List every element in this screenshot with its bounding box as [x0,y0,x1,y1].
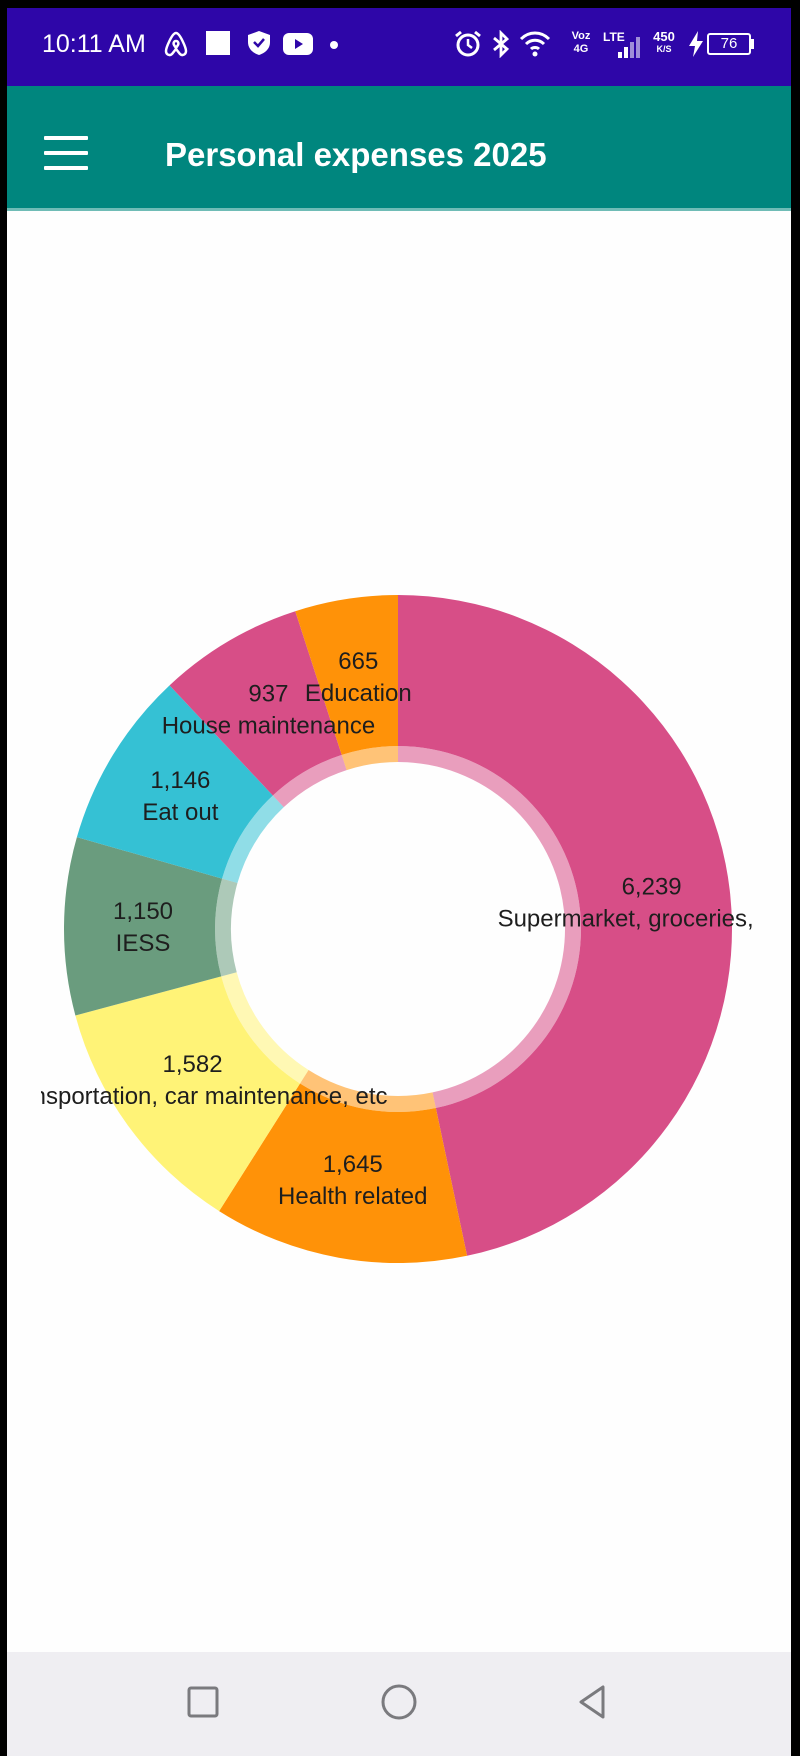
phone-screen: 10:11 AM Voz 4G LTE 450 K/S 76 Personal … [7,8,791,1756]
triangle-back-icon[interactable] [573,1682,613,1722]
slice-category-label: Education [305,680,412,707]
circle-home-icon[interactable] [379,1682,419,1722]
slice-value-label: 1,645 [323,1151,383,1178]
slice-category-label: Health related [278,1183,427,1210]
slice-value-label: 1,146 [150,767,210,794]
slice-category-label: Transportation, car maintenance, etc [7,1083,388,1110]
slice-category-label: IESS [116,930,171,957]
slice-value-label: 665 [338,648,378,675]
slice-value-label: 1,150 [113,898,173,925]
slice-value-label: 1,582 [162,1051,222,1078]
slice-category-label: House maintenance [162,712,375,739]
expenses-donut-chart: 6,239 Supermarket, groceries, item 1,645 He… [7,595,791,1263]
slice-category-label: Eat out [142,799,218,826]
slice-value-label: 6,239 [622,873,682,900]
square-recents-icon[interactable] [183,1682,223,1722]
slice-category-label: Supermarket, groceries, item [498,905,791,932]
slice-value-label: 937 [248,680,288,707]
navigation-bar [7,1652,791,1756]
